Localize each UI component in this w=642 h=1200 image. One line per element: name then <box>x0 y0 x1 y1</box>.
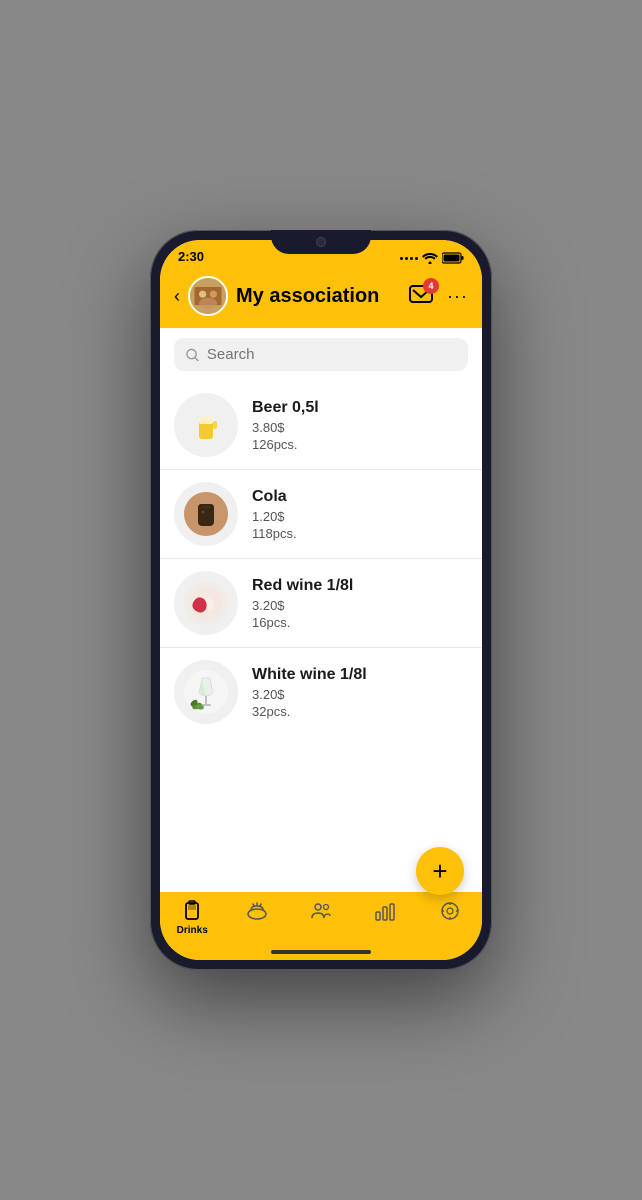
item-name: Red wine 1/8l <box>252 577 468 595</box>
nav-label-drinks: Drinks <box>177 925 208 936</box>
notification-badge: 4 <box>423 278 439 294</box>
phone-frame: 2:30 <box>150 230 492 970</box>
item-name: Cola <box>252 488 468 506</box>
item-qty: 118pcs. <box>252 526 468 541</box>
item-row[interactable]: White wine 1/8l 3.20$ 32pcs. <box>160 648 482 736</box>
wifi-signal-icon <box>422 252 438 264</box>
search-container <box>160 328 482 381</box>
search-input[interactable] <box>207 346 456 363</box>
nav-item-food[interactable] <box>224 900 288 925</box>
nav-item-settings[interactable] <box>418 900 482 925</box>
item-price: 3.80$ <box>252 420 468 435</box>
search-bar <box>174 338 468 371</box>
item-row[interactable]: Beer 0,5l 3.80$ 126pcs. <box>160 381 482 470</box>
item-thumbnail-red-wine <box>174 571 238 635</box>
avatar[interactable] <box>188 276 228 316</box>
header-title: My association <box>236 285 397 308</box>
item-price: 1.20$ <box>252 509 468 524</box>
food-nav-icon <box>246 900 268 922</box>
phone-screen: 2:30 <box>160 240 482 960</box>
search-icon <box>186 348 199 362</box>
item-info-red-wine: Red wine 1/8l 3.20$ 16pcs. <box>252 577 468 630</box>
status-time: 2:30 <box>178 249 204 264</box>
nav-item-stats[interactable] <box>353 900 417 925</box>
item-qty: 16pcs. <box>252 615 468 630</box>
item-name: White wine 1/8l <box>252 666 468 684</box>
item-row[interactable]: Red wine 1/8l 3.20$ 16pcs. <box>160 559 482 648</box>
nav-item-people[interactable] <box>289 900 353 925</box>
item-row[interactable]: Cola 1.20$ 118pcs. <box>160 470 482 559</box>
stats-nav-icon <box>374 900 396 922</box>
item-info-beer: Beer 0,5l 3.80$ 126pcs. <box>252 399 468 452</box>
item-thumbnail-beer <box>174 393 238 457</box>
item-name: Beer 0,5l <box>252 399 468 417</box>
item-info-cola: Cola 1.20$ 118pcs. <box>252 488 468 541</box>
status-icons <box>400 252 464 264</box>
add-button[interactable]: + <box>416 847 464 895</box>
fab-container: + <box>416 847 464 895</box>
more-button[interactable]: ··· <box>447 286 468 307</box>
nav-item-drinks[interactable]: Drinks <box>160 900 224 936</box>
items-list: Beer 0,5l 3.80$ 126pcs. C <box>160 381 482 892</box>
drinks-nav-icon <box>181 900 203 922</box>
camera <box>316 237 326 247</box>
item-qty: 32pcs. <box>252 704 468 719</box>
item-price: 3.20$ <box>252 598 468 613</box>
home-indicator <box>271 950 371 954</box>
header-actions: 4 ··· <box>405 280 468 312</box>
item-thumbnail-cola <box>174 482 238 546</box>
people-nav-icon <box>310 900 332 922</box>
back-button[interactable]: ‹ <box>174 286 180 307</box>
item-thumbnail-white-wine <box>174 660 238 724</box>
item-info-white-wine: White wine 1/8l 3.20$ 32pcs. <box>252 666 468 719</box>
wifi-icon <box>400 257 418 260</box>
settings-nav-icon <box>439 900 461 922</box>
item-price: 3.20$ <box>252 687 468 702</box>
battery-icon <box>442 252 464 264</box>
item-qty: 126pcs. <box>252 437 468 452</box>
header: ‹ My association <box>160 268 482 328</box>
notch <box>271 230 371 254</box>
avatar-image <box>190 278 226 314</box>
notification-button[interactable]: 4 <box>405 280 437 312</box>
